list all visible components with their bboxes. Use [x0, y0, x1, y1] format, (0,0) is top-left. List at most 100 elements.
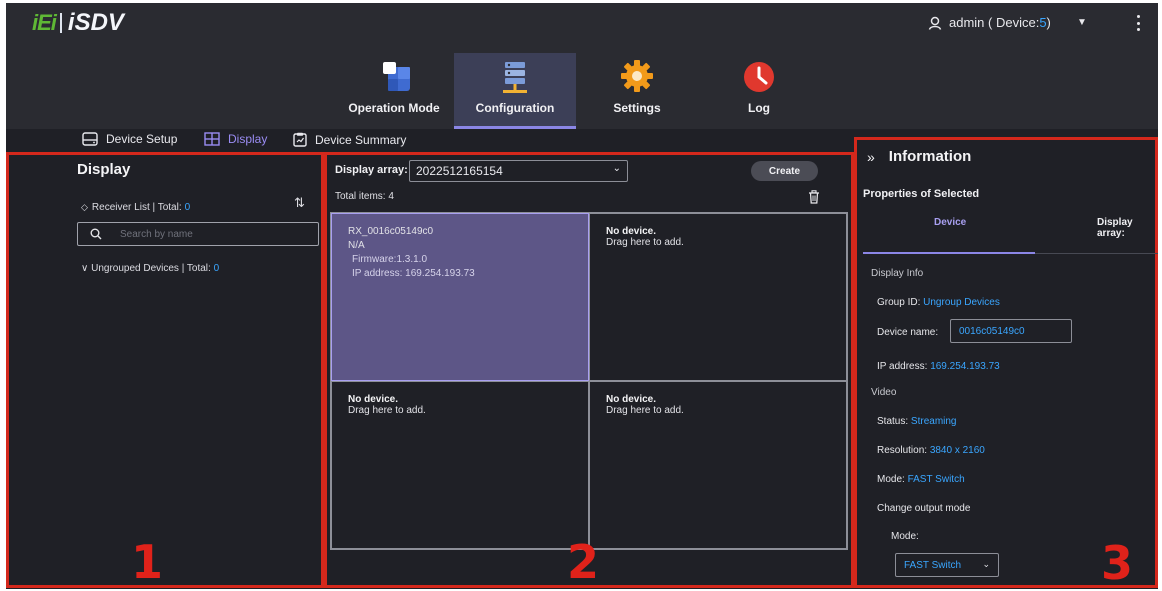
ungrouped-label: Ungrouped Devices | Total: — [91, 263, 214, 274]
nav-log-label: Log — [748, 101, 770, 115]
nav-operation-mode[interactable]: Operation Mode — [342, 53, 446, 129]
tab-device-setup[interactable]: Device Setup — [82, 132, 177, 146]
status-row: Status: Streaming — [877, 416, 957, 427]
display-info-section: Display Info — [871, 268, 924, 279]
configuration-icon — [503, 62, 527, 93]
group-id-label: Group ID: — [877, 297, 921, 308]
nav-configuration-label: Configuration — [475, 101, 555, 115]
mode-value: FAST Switch — [907, 474, 965, 485]
display-grid: RX_0016c05149c0 N/A Firmware:1.3.1.0 IP … — [330, 212, 848, 550]
resolution-label: Resolution: — [877, 445, 928, 456]
device-count: 5 — [1039, 15, 1047, 30]
clipboard-icon — [293, 132, 307, 147]
create-button[interactable]: Create — [751, 161, 818, 181]
logo-divider — [59, 13, 62, 33]
nav-log[interactable]: Log — [726, 53, 792, 129]
display-cell-empty[interactable]: No device. Drag here to add. — [589, 381, 847, 549]
receiver-name: RX_0016c05149c0 — [348, 226, 434, 237]
video-section: Video — [871, 387, 897, 398]
status-label: Status: — [877, 416, 909, 427]
trash-icon[interactable] — [808, 190, 820, 204]
display-array-select[interactable]: 2022512165154 ⌄ — [409, 160, 628, 182]
receiver-total: 0 — [184, 202, 191, 213]
no-device-text: No device. — [606, 226, 657, 237]
search-box — [77, 222, 319, 246]
information-panel: » Information Properties of Selected Dev… — [854, 137, 1158, 589]
display-cell-empty[interactable]: No device. Drag here to add. — [589, 213, 847, 381]
nav-settings[interactable]: Settings — [596, 53, 678, 129]
resolution-value: 3840 x 2160 — [929, 445, 985, 456]
search-input[interactable] — [120, 228, 300, 240]
brand-logo: iEi iSDV — [32, 9, 124, 36]
device-setup-icon — [82, 132, 98, 146]
change-output-label: Change output mode — [877, 503, 971, 514]
display-array-label: Display array: — [335, 164, 408, 176]
group-id-value: Ungroup Devices — [923, 297, 1000, 308]
no-device-text: No device. — [348, 394, 399, 405]
nav-configuration[interactable]: Configuration — [454, 53, 576, 129]
no-device-text: No device. — [606, 394, 657, 405]
receiver-firmware: Firmware:1.3.1.0 — [352, 254, 428, 265]
expand-collapse-icon: ◇ — [81, 202, 88, 212]
chevron-down-icon: ⌄ — [982, 559, 990, 569]
nav-operation-mode-label: Operation Mode — [348, 101, 440, 115]
display-array-value: 2022512165154 — [416, 164, 503, 178]
top-header: iEi iSDV admin ( Device: 5 ) ▼ Operation… — [6, 3, 1158, 129]
device-name-field[interactable] — [950, 319, 1072, 343]
active-tab-indicator — [863, 252, 1035, 254]
ip-value: 169.254.193.73 — [930, 361, 1000, 372]
device-name-label: Device name: — [877, 327, 939, 338]
search-icon — [90, 228, 102, 240]
tab-display-label: Display — [228, 132, 268, 146]
information-header: » Information — [867, 148, 971, 165]
output-mode-select[interactable]: FAST Switch ⌄ — [895, 553, 999, 577]
output-mode-value: FAST Switch — [904, 560, 962, 571]
app-window: iEi iSDV admin ( Device: 5 ) ▼ Operation… — [6, 3, 1158, 589]
receiver-list-label: Receiver List | Total: — [91, 202, 182, 213]
user-menu[interactable]: admin ( Device: 5 ) — [928, 15, 1051, 30]
panel-number-1: 1 — [131, 535, 164, 589]
operation-mode-icon — [383, 62, 410, 91]
information-title: Information — [888, 148, 972, 165]
logo-isdv-text: iSDV — [67, 9, 124, 36]
total-items: Total items: 4 — [335, 191, 394, 202]
group-id-row: Group ID: Ungroup Devices — [877, 297, 1000, 308]
more-options-icon[interactable] — [1136, 15, 1140, 31]
display-array-panel: Display array: 2022512165154 ⌄ Create To… — [324, 152, 854, 589]
display-grid-icon — [204, 132, 220, 146]
tab-display-array[interactable]: Display array: — [1097, 217, 1155, 239]
sort-icon[interactable]: ⇅ — [294, 195, 305, 211]
logo-iei-text: iEi — [32, 10, 57, 35]
mode-row: Mode: FAST Switch — [877, 474, 965, 485]
drag-hint-text: Drag here to add. — [606, 405, 684, 416]
panel-number-3: 3 — [1101, 536, 1134, 589]
user-icon — [928, 16, 942, 30]
user-dropdown-caret-icon[interactable]: ▼ — [1077, 17, 1087, 28]
tab-device-summary[interactable]: Device Summary — [293, 132, 406, 147]
display-panel-title: Display — [77, 161, 131, 178]
tab-device[interactable]: Device — [934, 217, 966, 228]
tab-device-summary-label: Device Summary — [315, 132, 407, 147]
display-cell-empty[interactable]: No device. Drag here to add. — [331, 381, 589, 549]
ungrouped-total: 0 — [213, 263, 220, 274]
properties-heading: Properties of Selected — [863, 188, 980, 200]
tab-display[interactable]: Display — [204, 132, 267, 146]
display-cell-selected[interactable]: RX_0016c05149c0 N/A Firmware:1.3.1.0 IP … — [331, 213, 589, 381]
mode-select-label: Mode: — [891, 531, 919, 542]
double-chevron-right-icon[interactable]: » — [867, 149, 875, 165]
nav-settings-label: Settings — [613, 101, 661, 115]
drag-hint-text: Drag here to add. — [606, 237, 684, 248]
ungrouped-devices-header[interactable]: ∨ Ungrouped Devices | Total: 0 — [81, 263, 219, 274]
chevron-down-icon: ∨ — [81, 263, 92, 274]
status-value: Streaming — [910, 416, 957, 427]
receiver-panel: Display ◇ Receiver List | Total: 0 ⇅ ∨ U… — [6, 152, 324, 589]
resolution-row: Resolution: 3840 x 2160 — [877, 445, 985, 456]
drag-hint-text: Drag here to add. — [348, 405, 426, 416]
tab-device-setup-label: Device Setup — [106, 132, 178, 146]
receiver-ip: IP address: 169.254.193.73 — [352, 268, 475, 279]
log-clock-icon — [744, 62, 774, 92]
ip-label: IP address: — [877, 361, 928, 372]
ip-row: IP address: 169.254.193.73 — [877, 361, 1000, 372]
receiver-list-header[interactable]: ◇ Receiver List | Total: 0 — [81, 202, 190, 213]
mode-label: Mode: — [877, 474, 905, 485]
